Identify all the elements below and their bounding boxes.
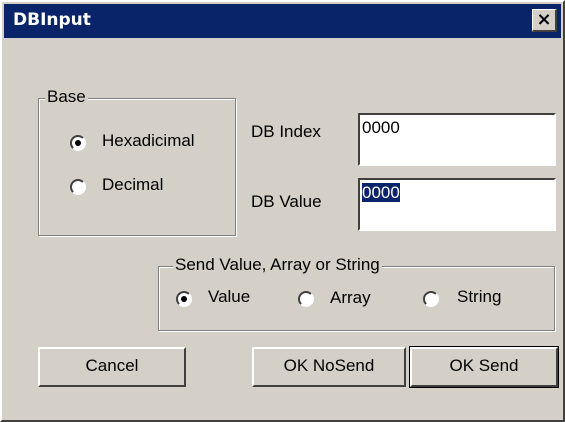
ok-send-button[interactable]: OK Send (409, 346, 559, 388)
window-title: DBInput (13, 10, 91, 30)
hexadecimal-radio[interactable] (70, 135, 86, 151)
db-index-value: 0000 (362, 118, 400, 137)
array-label[interactable]: Array (330, 288, 371, 308)
cancel-button[interactable]: Cancel (38, 347, 186, 387)
close-icon: × (536, 9, 552, 30)
decimal-label[interactable]: Decimal (102, 175, 163, 195)
ok-nosend-button[interactable]: OK NoSend (252, 347, 406, 387)
string-radio[interactable] (423, 291, 439, 307)
value-label[interactable]: Value (208, 287, 250, 307)
decimal-radio[interactable] (70, 179, 86, 195)
base-group-label: Base (45, 87, 88, 107)
value-radio[interactable] (176, 291, 192, 307)
base-groupbox: Base (38, 87, 236, 236)
radio-selected-dot (181, 296, 187, 302)
db-value-field[interactable]: 0000 (358, 178, 556, 231)
hexadecimal-label[interactable]: Hexadicimal (102, 131, 195, 151)
dialog-window: DBInput × Base Hexadicimal Decimal DB In… (0, 0, 565, 422)
close-button[interactable]: × (532, 9, 557, 32)
send-group-label: Send Value, Array or String (173, 255, 382, 275)
db-value-selected-text: 0000 (362, 183, 400, 202)
db-index-field[interactable]: 0000 (358, 113, 556, 166)
radio-selected-dot (75, 140, 81, 146)
array-radio[interactable] (298, 291, 314, 307)
string-label[interactable]: String (457, 287, 501, 307)
title-bar[interactable]: DBInput × (4, 4, 561, 38)
db-index-label: DB Index (251, 122, 321, 141)
db-value-label: DB Value (251, 192, 322, 211)
